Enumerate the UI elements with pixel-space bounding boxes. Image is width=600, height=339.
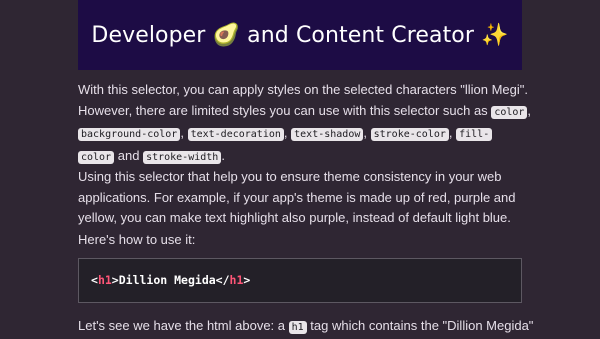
hero-banner: Developer 🥑 and Content Creator ✨ [78, 0, 522, 70]
inline-text: tag which contains the "Dillion Megida" [310, 318, 534, 333]
code-tag-close: h1 [229, 273, 244, 287]
paragraph-line: Let's see we have the html above: a h1 t… [78, 316, 533, 339]
comma: , [363, 125, 367, 140]
inline-text: However, there are limited styles you ca… [78, 102, 488, 118]
avocado-icon: 🥑 [212, 22, 241, 48]
inline-code-text-decoration: text-decoration [187, 128, 284, 141]
code-punct: </ [215, 273, 230, 287]
inline-text: Let's see we have the html above: a [78, 318, 285, 333]
paragraph-theme-consistency: Using this selector that help you to ens… [78, 167, 522, 229]
comma: , [180, 125, 184, 140]
paragraph-line: applications. For example, if your app's… [78, 189, 516, 205]
paragraph-line: background-color, text-decoration, text-… [78, 123, 522, 146]
code-line: <h1>Dillion Megida</h1> [91, 273, 250, 287]
paragraph-line: Here's how to use it: [78, 232, 196, 247]
comma: , [448, 125, 453, 140]
hero-title: Developer 🥑 and Content Creator ✨ [91, 23, 508, 48]
paragraph-line: However, there are limited styles you ca… [78, 101, 531, 124]
inline-code-fill-color: fill- [456, 128, 493, 141]
code-punct: < [91, 273, 98, 287]
inline-code-background-color: background-color [78, 128, 181, 141]
paragraph-html-example: Let's see we have the html above: a h1 t… [78, 316, 533, 339]
inline-code-h1: h1 [288, 321, 307, 334]
hero-title-end: and Content Creator [247, 22, 474, 48]
inline-text: and [117, 147, 140, 163]
inline-code-fill-color-cont: color [78, 150, 115, 164]
inline-code-stroke-width: stroke-width [143, 150, 222, 164]
inline-code-text-shadow: text-shadow [291, 128, 364, 141]
code-punct: > [111, 273, 119, 287]
paragraph-line: yellow, you can make text highlight also… [78, 210, 511, 225]
sparkles-icon: ✨ [481, 22, 509, 48]
period: . [221, 147, 225, 163]
comma: , [527, 102, 532, 118]
paragraph-line: color and stroke-width. [78, 146, 522, 169]
hero-title-start: Developer [91, 22, 206, 48]
inline-code-stroke-color: stroke-color [370, 128, 449, 141]
code-content: Dillion Megida [118, 273, 216, 287]
comma: , [283, 125, 288, 140]
paragraph-how-to: Here's how to use it: [78, 230, 522, 251]
inline-code-color: color [491, 105, 528, 119]
paragraph-line: Using this selector that help you to ens… [78, 169, 502, 184]
code-punct: > [243, 273, 251, 287]
code-block: <h1>Dillion Megida</h1> [78, 258, 522, 303]
paragraph-selector-styles: With this selector, you can apply styles… [78, 80, 531, 169]
code-tag-open: h1 [97, 273, 112, 287]
paragraph-line: With this selector, you can apply styles… [78, 82, 528, 97]
